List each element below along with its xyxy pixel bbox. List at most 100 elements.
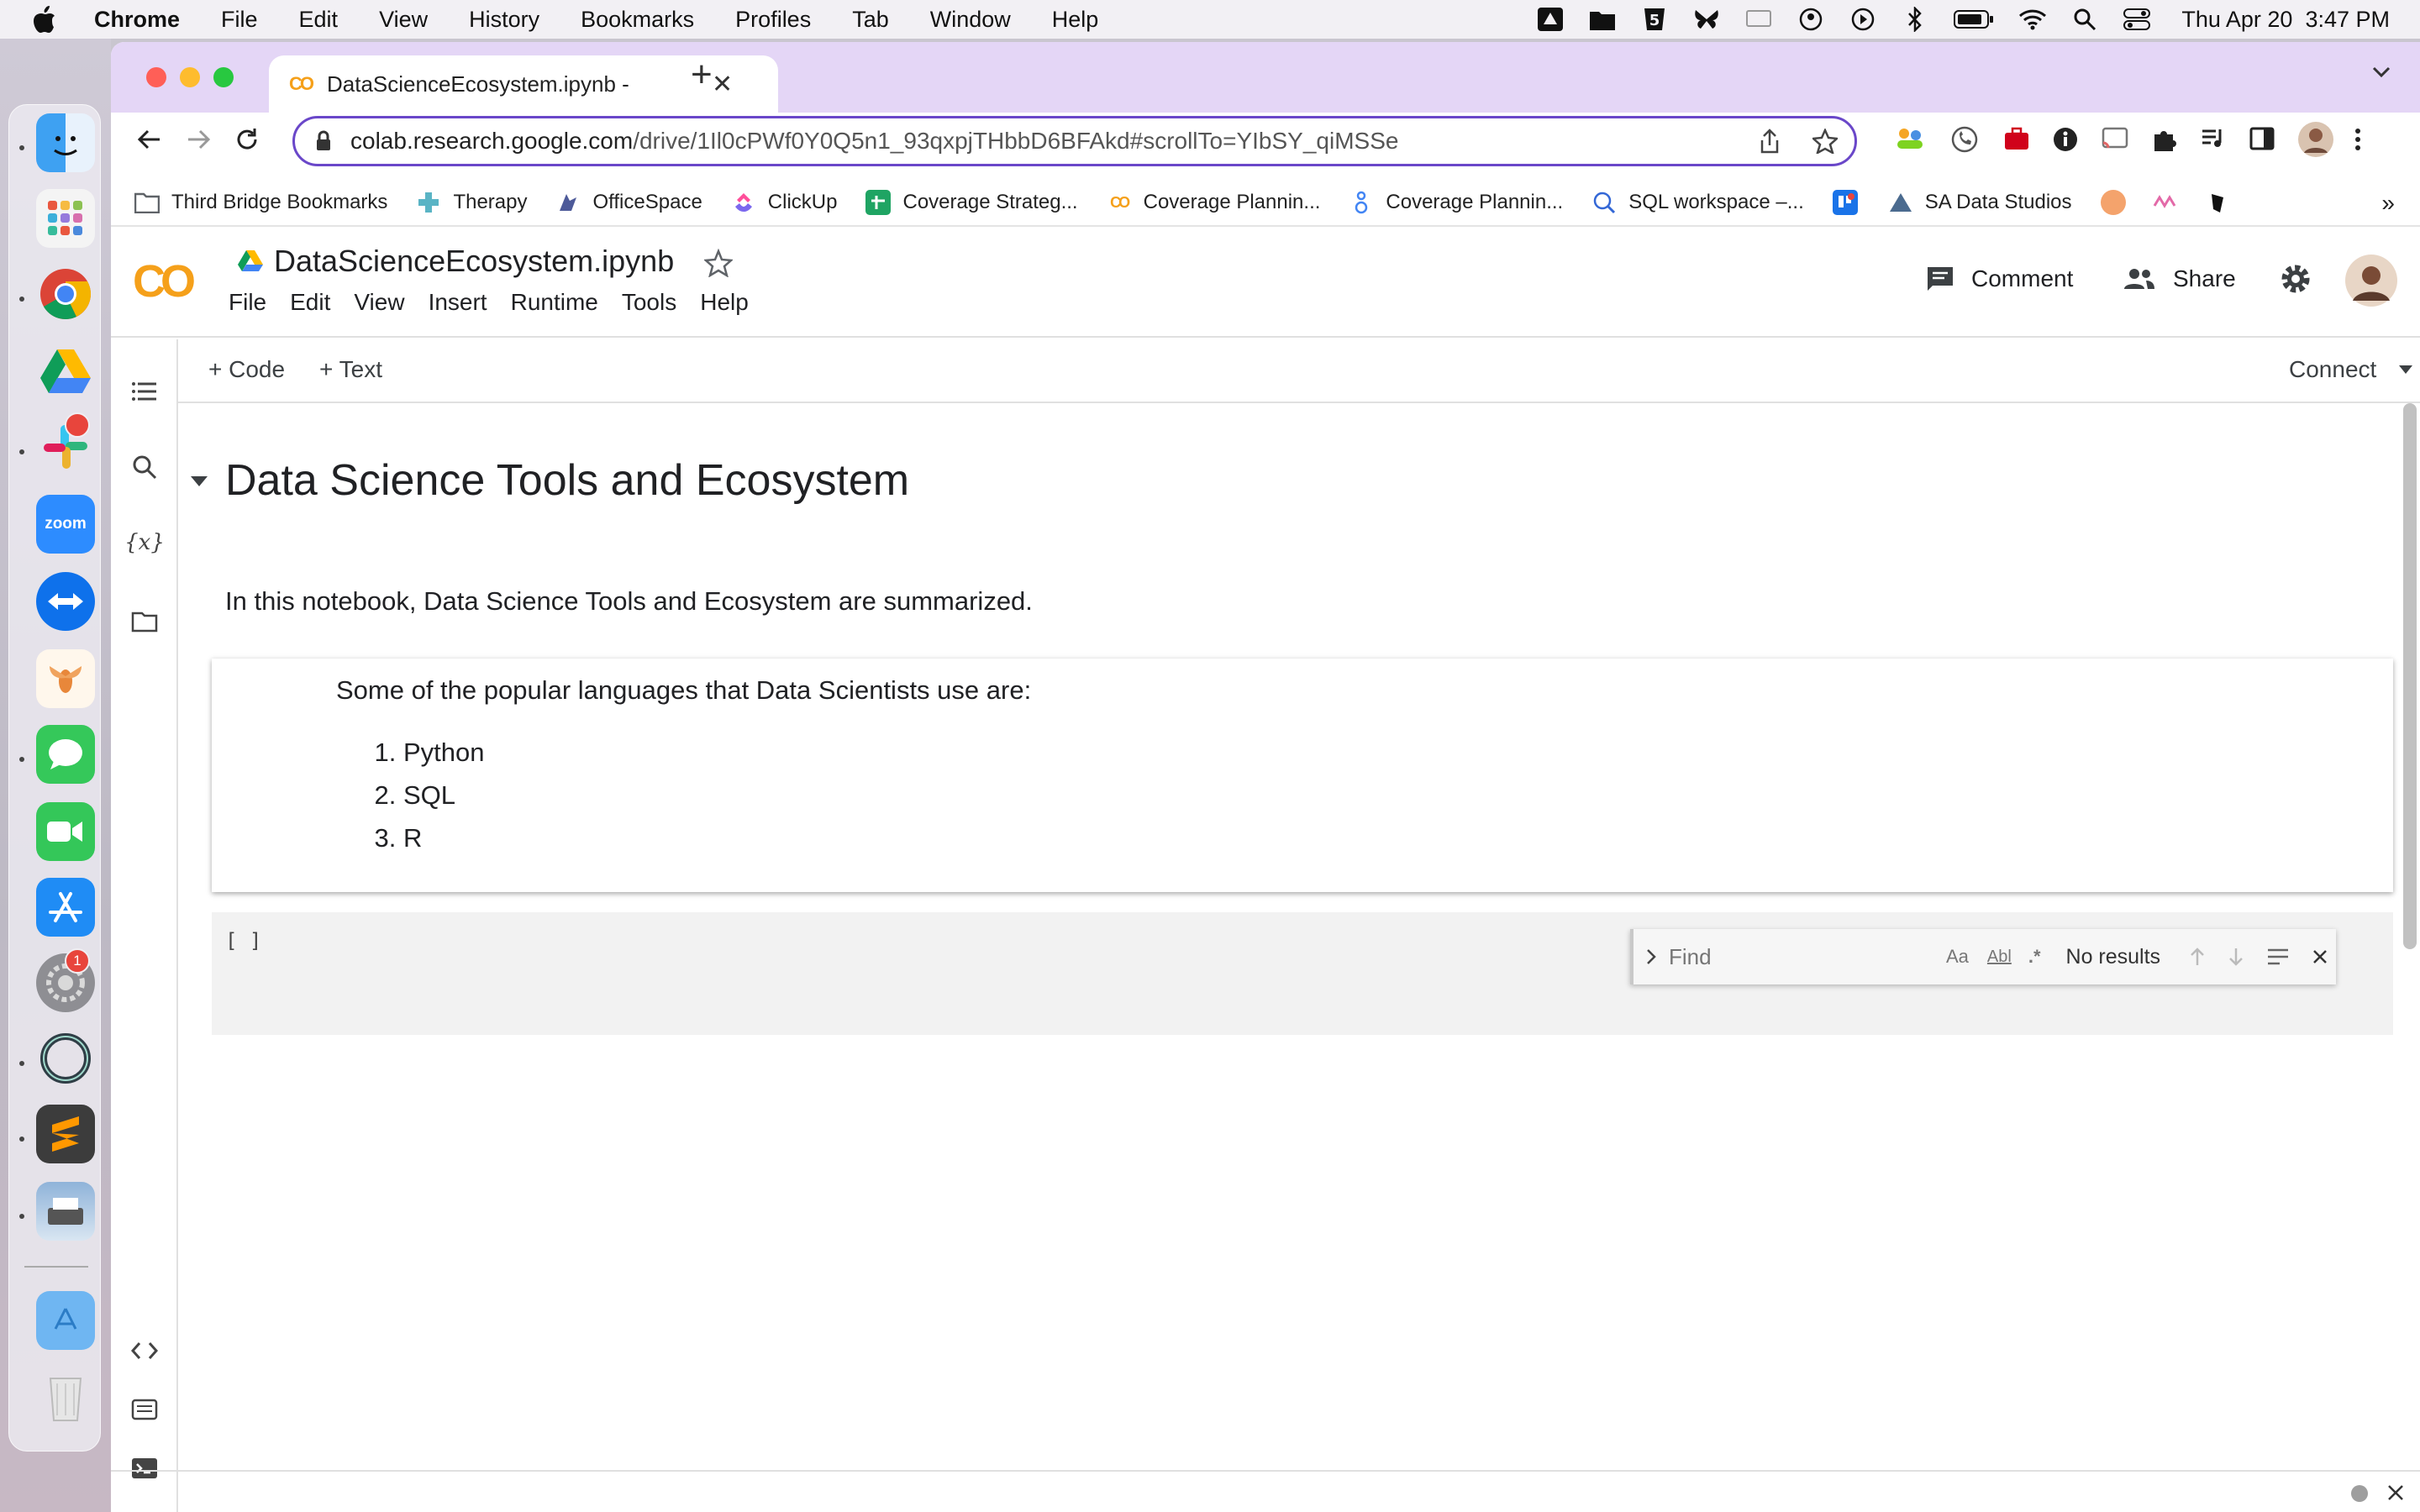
chrome-icon[interactable] — [36, 265, 95, 323]
phone-extension-icon[interactable] — [1951, 126, 1978, 153]
spotlight-search-icon[interactable] — [2070, 5, 2099, 34]
variables-icon[interactable]: {x} — [124, 528, 165, 558]
menubar-app-name[interactable]: Chrome — [94, 7, 180, 33]
sublime-text-icon[interactable] — [36, 1105, 95, 1163]
google-drive-icon[interactable] — [36, 342, 95, 401]
close-window-button[interactable] — [146, 67, 166, 87]
bookmark-extra-2[interactable] — [2153, 190, 2190, 215]
regex-toggle[interactable]: .* — [2028, 946, 2041, 968]
colab-logo[interactable]: CO — [133, 255, 196, 307]
back-arrow-icon[interactable] — [136, 126, 163, 153]
find-input[interactable] — [1669, 938, 1943, 975]
command-palette-icon[interactable] — [129, 1394, 160, 1425]
side-panel-icon[interactable] — [2249, 126, 2275, 151]
bookmark-star-icon[interactable] — [1812, 129, 1838, 154]
close-find-icon[interactable] — [2312, 948, 2328, 965]
bookmark-extra-3[interactable] — [2205, 190, 2242, 215]
info-extension-icon[interactable] — [2052, 126, 2079, 153]
drive-icon[interactable] — [237, 249, 264, 272]
bookmark-extra-1[interactable] — [2100, 190, 2138, 215]
s-status-icon[interactable]: 5 — [1640, 5, 1669, 34]
profiles-extension-icon[interactable] — [1896, 126, 1924, 151]
next-match-arrow-icon[interactable] — [2228, 947, 2244, 967]
finder-icon[interactable] — [36, 113, 95, 172]
menubar-edit[interactable]: Edit — [299, 7, 339, 33]
menubar-history[interactable]: History — [469, 7, 539, 33]
app-store-icon[interactable] — [36, 878, 95, 937]
tab-close-icon[interactable]: ✕ — [712, 70, 733, 99]
display-status-icon[interactable] — [1744, 5, 1773, 34]
zoom-icon[interactable]: zoom — [36, 495, 95, 554]
colab-menu-tools[interactable]: Tools — [622, 289, 676, 316]
preview-icon[interactable] — [36, 1182, 95, 1241]
butterfly-status-icon[interactable] — [1692, 5, 1721, 34]
match-whole-word-toggle[interactable]: Abl — [1987, 948, 2012, 967]
match-case-toggle[interactable]: Aa — [1946, 946, 1969, 968]
previous-match-arrow-icon[interactable] — [2189, 947, 2206, 967]
bookmark-coverage-planning-colab[interactable]: CO Coverage Plannin... — [1107, 190, 1320, 215]
apple-icon[interactable] — [32, 5, 57, 34]
terminal-icon[interactable] — [129, 1453, 160, 1483]
menubar-profiles[interactable]: Profiles — [735, 7, 811, 33]
play-status-icon[interactable] — [1849, 5, 1877, 34]
colab-menu-insert[interactable]: Insert — [429, 289, 487, 316]
toggle-replace-chevron-icon[interactable] — [1645, 948, 1657, 966]
zoom-window-button[interactable] — [213, 67, 234, 87]
find-replace-search-icon[interactable] — [129, 452, 160, 482]
lock-icon[interactable] — [315, 130, 332, 152]
folder-status-icon[interactable] — [1588, 5, 1617, 34]
user-avatar[interactable] — [2344, 254, 2398, 307]
run-cell-prompt[interactable]: [ ] — [225, 929, 261, 953]
colab-menu-help[interactable]: Help — [700, 289, 749, 316]
trash-icon[interactable] — [36, 1367, 95, 1425]
bookmark-trello[interactable] — [1832, 190, 1870, 215]
table-of-contents-icon[interactable] — [129, 376, 160, 407]
notebook-title[interactable]: DataScienceEcosystem.ipynb — [274, 244, 674, 279]
notebook-scrollbar[interactable] — [2400, 403, 2420, 1495]
control-center-icon[interactable] — [2123, 5, 2151, 34]
colab-menu-view[interactable]: View — [354, 289, 404, 316]
menubar-view[interactable]: View — [379, 7, 428, 33]
facetime-icon[interactable] — [36, 802, 95, 861]
connect-button[interactable]: Connect — [2289, 356, 2413, 383]
find-in-selection-icon[interactable] — [2266, 948, 2290, 966]
address-bar[interactable]: colab.research.google.com/drive/1Il0cPWf… — [292, 116, 1857, 166]
applications-folder-icon[interactable] — [36, 1291, 95, 1350]
share-page-icon[interactable] — [1759, 129, 1781, 154]
colab-menu-file[interactable]: File — [229, 289, 266, 316]
bookmark-officespace[interactable]: OfficeSpace — [555, 190, 702, 215]
settings-gear-icon[interactable] — [2279, 262, 2312, 296]
star-notebook-icon[interactable] — [704, 249, 733, 277]
extensions-puzzle-icon[interactable] — [2151, 126, 2178, 153]
menubar-bookmarks[interactable]: Bookmarks — [581, 7, 694, 33]
bookmark-third-bridge[interactable]: Third Bridge Bookmarks — [134, 190, 387, 215]
chrome-menu-kebab-icon[interactable] — [2353, 126, 2363, 153]
menubar-help[interactable]: Help — [1052, 7, 1099, 33]
menubar-tab[interactable]: Tab — [852, 7, 889, 33]
more-bookmarks-chevron-icon[interactable]: » — [2381, 190, 2395, 217]
bookmark-sa-data-studios[interactable]: SA Data Studios — [1888, 190, 2072, 215]
bee-app-icon[interactable] — [36, 649, 95, 708]
new-tab-plus-icon[interactable]: + — [691, 54, 713, 96]
cast-extension-icon[interactable] — [2101, 126, 2129, 151]
files-folder-icon[interactable] — [129, 606, 160, 637]
bookmark-clickup[interactable]: ClickUp — [731, 190, 837, 215]
wifi-icon[interactable] — [2018, 5, 2047, 34]
drive-status-icon[interactable] — [1536, 5, 1565, 34]
bookmark-sql-workspace[interactable]: SQL workspace –... — [1591, 190, 1804, 215]
account-status-icon[interactable] — [1797, 5, 1825, 34]
colab-menu-edit[interactable]: Edit — [290, 289, 330, 316]
section-collapse-toggle-icon[interactable] — [190, 475, 208, 487]
share-button[interactable]: Share — [2123, 265, 2236, 292]
ring-app-icon[interactable] — [36, 1029, 95, 1088]
chrome-profile-avatar[interactable] — [2297, 121, 2334, 158]
comment-button[interactable]: Comment — [1926, 265, 2073, 292]
close-status-icon[interactable] — [2386, 1483, 2405, 1502]
bookmark-therapy[interactable]: Therapy — [416, 190, 527, 215]
text-cell-languages[interactable]: Some of the popular languages that Data … — [212, 659, 2393, 892]
briefcase-extension-icon[interactable] — [2003, 126, 2030, 151]
teamviewer-icon[interactable] — [36, 572, 95, 631]
status-circle-icon[interactable] — [2349, 1483, 2370, 1504]
add-code-cell-button[interactable]: + Code — [208, 356, 285, 383]
menubar-window[interactable]: Window — [930, 7, 1011, 33]
